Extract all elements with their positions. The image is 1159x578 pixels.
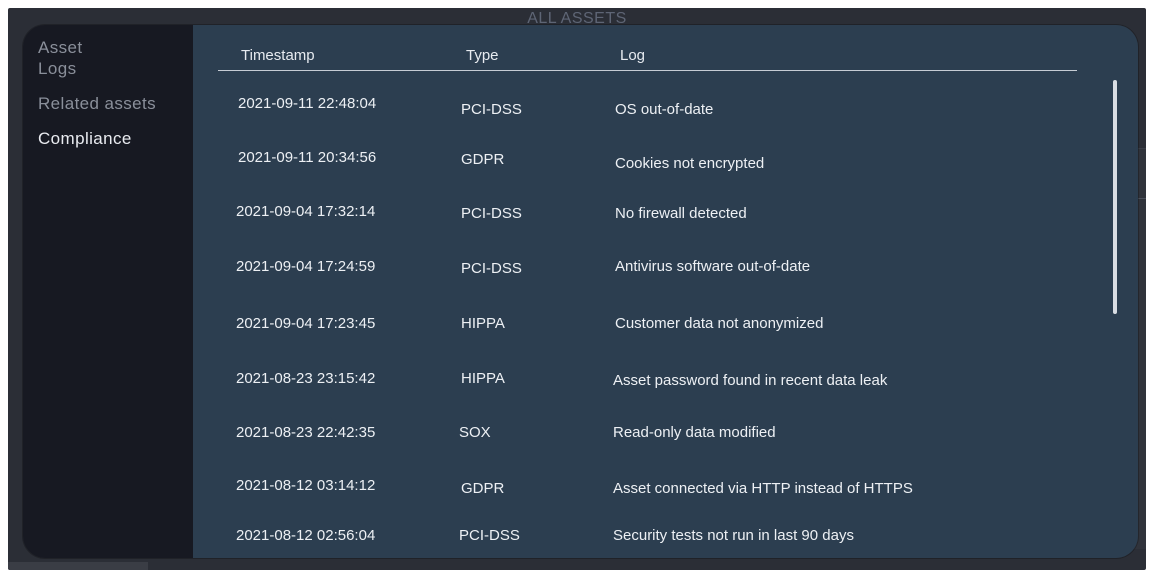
type-cell: PCI-DSS	[461, 205, 522, 222]
log-cell: Read-only data modified	[613, 424, 776, 441]
sidebar-item-logs[interactable]: Logs	[23, 60, 193, 95]
table-row[interactable]: 2021-09-04 17:24:59 PCI-DSS Antivirus so…	[193, 258, 1093, 288]
timestamp-cell: 2021-09-11 20:34:56	[238, 149, 377, 166]
log-cell: Customer data not anonymized	[615, 315, 824, 332]
log-cell: Asset connected via HTTP instead of HTTP…	[613, 480, 913, 497]
timestamp-cell: 2021-08-23 23:15:42	[236, 370, 376, 387]
type-cell: HIPPA	[461, 370, 505, 387]
table-header: Timestamp Type Log	[218, 25, 1077, 71]
compliance-log-panel: Timestamp Type Log 2021-09-11 22:48:04 P…	[193, 25, 1138, 558]
sidebar-item-asset[interactable]: Asset	[23, 39, 193, 60]
modal-sidebar: Asset Logs Related assets Compliance	[23, 25, 193, 558]
table-row[interactable]: 2021-08-12 03:14:12 GDPR Asset connected…	[193, 477, 1093, 507]
table-row[interactable]: 2021-08-23 23:15:42 HIPPA Asset password…	[193, 370, 1093, 400]
table-row[interactable]: 2021-09-11 22:48:04 PCI-DSS OS out-of-da…	[193, 95, 1093, 125]
table-row[interactable]: 2021-09-11 20:34:56 GDPR Cookies not enc…	[193, 149, 1093, 179]
log-cell: Antivirus software out-of-date	[615, 258, 811, 275]
column-header-type[interactable]: Type	[466, 47, 499, 64]
backdrop-strip	[8, 562, 148, 570]
type-cell: SOX	[459, 424, 491, 441]
type-cell: PCI-DSS	[461, 260, 522, 277]
log-cell: No firewall detected	[615, 205, 747, 222]
column-header-log[interactable]: Log	[620, 47, 645, 64]
asset-detail-modal: Asset Logs Related assets Compliance Tim…	[23, 25, 1138, 558]
timestamp-cell: 2021-09-11 22:48:04	[238, 95, 377, 112]
timestamp-cell: 2021-09-04 17:23:45	[236, 315, 376, 332]
type-cell: GDPR	[461, 480, 505, 497]
table-row[interactable]: 2021-08-12 02:56:04 PCI-DSS Security tes…	[193, 527, 1093, 557]
timestamp-cell: 2021-08-23 22:42:35	[236, 424, 376, 441]
vertical-scrollbar[interactable]	[1113, 80, 1117, 314]
log-cell: Security tests not run in last 90 days	[613, 527, 854, 544]
type-cell: PCI-DSS	[461, 101, 522, 118]
sidebar-item-compliance[interactable]: Compliance	[23, 130, 193, 165]
log-cell: OS out-of-date	[615, 101, 714, 118]
table-row[interactable]: 2021-09-04 17:23:45 HIPPA Customer data …	[193, 315, 1093, 345]
type-cell: PCI-DSS	[459, 527, 520, 544]
type-cell: HIPPA	[461, 315, 505, 332]
sidebar-item-related-assets[interactable]: Related assets	[23, 95, 193, 130]
type-cell: GDPR	[461, 151, 505, 168]
log-cell: Asset password found in recent data leak	[613, 372, 888, 389]
table-row[interactable]: 2021-09-04 17:32:14 PCI-DSS No firewall …	[193, 203, 1093, 233]
table-row[interactable]: 2021-08-23 22:42:35 SOX Read-only data m…	[193, 424, 1093, 454]
timestamp-cell: 2021-08-12 03:14:12	[236, 477, 376, 494]
column-header-timestamp[interactable]: Timestamp	[241, 47, 315, 64]
timestamp-cell: 2021-09-04 17:32:14	[236, 203, 376, 220]
log-cell: Cookies not encrypted	[615, 155, 765, 172]
timestamp-cell: 2021-08-12 02:56:04	[236, 527, 376, 544]
timestamp-cell: 2021-09-04 17:24:59	[236, 258, 376, 275]
